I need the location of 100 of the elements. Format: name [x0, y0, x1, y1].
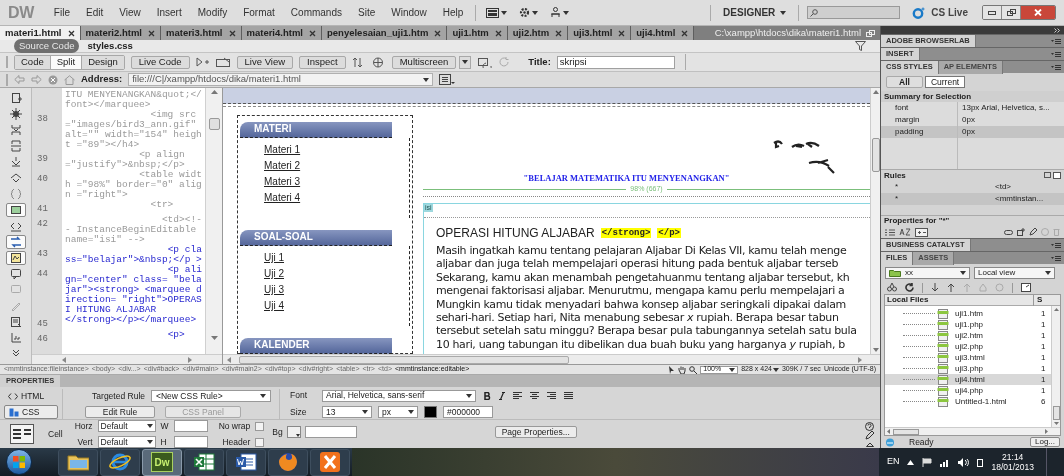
scroll-thumb[interactable]	[871, 138, 880, 172]
document-tab[interactable]: materi2.html	[80, 26, 161, 40]
color-swatch[interactable]	[424, 406, 437, 419]
close-icon[interactable]	[67, 29, 75, 37]
refresh-icon[interactable]	[905, 283, 914, 292]
expand-panels-icon[interactable]	[1054, 27, 1061, 33]
summary-row[interactable]: padding 0px	[881, 126, 1064, 138]
toolbar-button[interactable]: Live View	[236, 55, 294, 69]
set-properties-icon[interactable]	[915, 227, 928, 237]
help-icon[interactable]	[865, 422, 874, 431]
taskbar-button[interactable]	[58, 448, 98, 476]
restore-button[interactable]	[1002, 6, 1021, 19]
mode-button[interactable]: HTML	[4, 389, 58, 403]
height-field[interactable]	[173, 436, 208, 449]
nav-link[interactable]: Uji 3	[264, 284, 284, 296]
mode-button[interactable]: CSS	[4, 405, 58, 419]
menu-item[interactable]: Edit	[78, 5, 112, 20]
menu-item[interactable]: View	[111, 5, 149, 20]
file-row[interactable]: uji1.php 1	[885, 319, 1051, 330]
close-icon[interactable]	[494, 29, 502, 37]
menu-item[interactable]: Modify	[189, 5, 236, 20]
view-dropdown[interactable]: Local view	[974, 267, 1055, 279]
checkbox[interactable]	[255, 421, 265, 431]
document-tab[interactable]: penyelesaian_uji1.htm	[322, 26, 448, 40]
cs-live-button[interactable]: CS Live	[912, 5, 968, 20]
scroll-thumb[interactable]	[208, 118, 220, 130]
align-right-icon[interactable]	[547, 391, 556, 400]
document-tab[interactable]: uji4.html	[631, 26, 695, 40]
expand-view-icon[interactable]	[1021, 283, 1031, 292]
nav-link[interactable]: Uji 4	[264, 300, 284, 312]
menu-item[interactable]: Site	[350, 5, 384, 20]
nav-link[interactable]: Materi 2	[264, 160, 301, 172]
view-button[interactable]: Design	[81, 55, 124, 69]
mode-tab[interactable]: Current	[924, 76, 966, 88]
volume-icon[interactable]	[958, 457, 970, 467]
checkbox[interactable]	[255, 437, 265, 447]
file-row[interactable]: uji1.htm 1	[885, 308, 1051, 319]
hand-icon[interactable]	[678, 365, 687, 374]
width-field[interactable]	[173, 420, 208, 433]
workspace-switcher[interactable]: DESIGNER	[719, 5, 791, 20]
dropdown-button[interactable]	[459, 55, 472, 69]
column-header[interactable]: Local Files	[885, 295, 1033, 306]
taskbar-button[interactable]	[226, 448, 266, 476]
collapse-icon[interactable]	[865, 441, 874, 447]
panel-menu-icon[interactable]	[1051, 51, 1061, 57]
file-row[interactable]: uji2.php 1	[885, 341, 1051, 352]
taskbar-button[interactable]: Dw	[142, 448, 182, 476]
close-button[interactable]	[1021, 6, 1055, 19]
toolbar-button[interactable]: Live Code	[130, 55, 190, 69]
alphabetical-view-icon[interactable]	[899, 228, 911, 236]
document-tab[interactable]: materi1.html	[0, 26, 81, 40]
scrollbar[interactable]	[870, 88, 880, 354]
rule-row[interactable]: * <td>	[881, 181, 1064, 193]
taskbar-button[interactable]	[268, 448, 308, 476]
new-rule-icon[interactable]	[1017, 228, 1025, 236]
refresh-page-icon[interactable]	[477, 56, 494, 68]
edit-icon[interactable]	[1029, 228, 1037, 236]
file-row[interactable]: uji2.htm 1	[885, 330, 1051, 341]
panel-menu-icon[interactable]	[1051, 242, 1061, 248]
column-header[interactable]: S	[1033, 295, 1051, 306]
font-dropdown[interactable]: Arial, Helvetica, sans-serif	[322, 389, 476, 402]
category-view-icon[interactable]	[885, 228, 895, 236]
zoom-icon[interactable]	[689, 365, 698, 374]
about-icon[interactable]	[1044, 172, 1051, 178]
menu-item[interactable]: Format	[235, 5, 283, 20]
title-field[interactable]: skripsi	[556, 55, 675, 69]
related-file-tab[interactable]: styles.css	[87, 38, 133, 54]
nav-link[interactable]: Uji 2	[264, 268, 284, 280]
close-icon[interactable]	[618, 29, 626, 37]
globe-icon[interactable]	[371, 56, 386, 68]
vertical-align-dropdown[interactable]: Default	[97, 436, 156, 449]
edit-icon[interactable]	[865, 431, 874, 440]
document-tab[interactable]: materi4.html	[241, 26, 322, 40]
close-icon[interactable]	[555, 29, 563, 37]
document-tab[interactable]: uji3.html	[568, 26, 632, 40]
menu-item[interactable]: Help	[434, 5, 472, 20]
view-button[interactable]: Code	[15, 55, 50, 69]
connect-icon[interactable]	[887, 283, 897, 292]
file-row[interactable]: uji4.php 1	[885, 385, 1051, 396]
taskbar-button[interactable]	[100, 448, 140, 476]
site-dropdown[interactable]: xx	[885, 267, 970, 279]
power-icon[interactable]	[977, 457, 984, 467]
page-properties-button[interactable]: Page Properties...	[494, 426, 577, 438]
align-justify-icon[interactable]	[564, 391, 573, 400]
coding-toolbar-button[interactable]	[5, 203, 26, 217]
close-icon[interactable]	[681, 29, 689, 37]
check-out-icon[interactable]	[963, 283, 971, 292]
bold-icon[interactable]	[484, 391, 491, 400]
language-indicator[interactable]: EN	[886, 455, 900, 469]
align-left-icon[interactable]	[513, 391, 522, 400]
horizontal-scrollbar[interactable]	[32, 354, 222, 364]
scrollbar[interactable]	[205, 88, 222, 354]
bg-color-swatch[interactable]	[286, 426, 301, 439]
scroll-thumb[interactable]	[893, 428, 919, 435]
get-files-icon[interactable]	[931, 283, 939, 292]
targeted-rule-dropdown[interactable]: <New CSS Rule>	[151, 389, 271, 402]
nav-link[interactable]: Uji 1	[264, 252, 284, 264]
italic-icon[interactable]	[499, 391, 505, 400]
bg-color-field[interactable]	[304, 426, 357, 439]
rule-row[interactable]: * <mmtinstan...	[881, 193, 1064, 205]
